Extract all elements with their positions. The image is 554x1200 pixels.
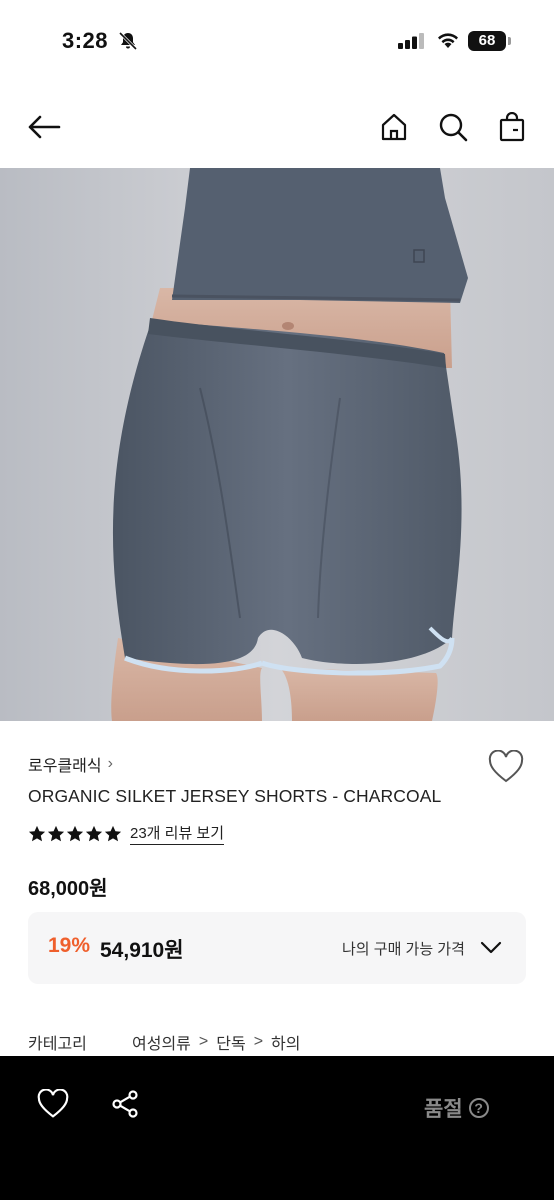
search-icon [439, 113, 468, 142]
category-item[interactable]: 여성의류 [132, 1030, 191, 1054]
wishlist-button[interactable] [488, 749, 524, 784]
soldout-label: 품절 [424, 1098, 463, 1121]
chevron-right-icon: > [253, 1033, 264, 1050]
rating-stars [28, 825, 122, 843]
cellular-signal-icon [398, 33, 424, 49]
star-icon [47, 825, 65, 841]
chevron-right-icon: › [107, 755, 113, 772]
app-header [0, 95, 554, 159]
search-button[interactable] [435, 109, 471, 145]
product-title: ORGANIC SILKET JERSEY SHORTS - CHARCOAL [28, 786, 442, 806]
brand-link[interactable]: 로우클래식 › [28, 752, 113, 776]
bottom-wishlist-button[interactable] [36, 1088, 70, 1124]
home-button[interactable] [376, 109, 412, 145]
category-label: 카테고리 [28, 1036, 87, 1053]
back-button[interactable] [26, 109, 62, 145]
bell-off-icon [118, 31, 138, 51]
final-price: 54,910원 [100, 939, 184, 962]
star-icon [28, 825, 46, 841]
star-icon [85, 825, 103, 841]
star-icon [66, 825, 84, 841]
shopping-bag-icon [499, 112, 525, 142]
chevron-right-icon: > [198, 1033, 209, 1050]
product-image[interactable] [0, 168, 554, 721]
help-icon[interactable]: ? [468, 1098, 489, 1118]
status-time: 3:28 [62, 28, 109, 53]
status-bar: 3:28 68 [0, 0, 554, 84]
breadcrumb: 여성의류 > 단독 > 하의 [132, 1030, 300, 1054]
discount-rate: 19% [48, 934, 91, 957]
wifi-icon [438, 33, 458, 48]
heart-icon [488, 749, 524, 783]
home-icon [381, 113, 407, 141]
bottom-action-bar: 품절 ? [0, 1056, 554, 1200]
original-price: 68,000원 [28, 878, 108, 900]
battery-indicator: 68 [468, 31, 506, 51]
heart-icon [37, 1088, 69, 1118]
brand-name: 로우클래식 [28, 758, 102, 775]
category-item[interactable]: 단독 [216, 1030, 245, 1054]
my-price-box[interactable]: 19% 54,910원 나의 구매 가능 가격 [28, 912, 526, 984]
rating-row: 23개 리뷰 보기 [28, 822, 225, 845]
my-price-label: 나의 구매 가능 가격 [342, 941, 465, 958]
arrow-left-icon [28, 115, 61, 139]
battery-tip [508, 37, 511, 45]
share-icon [112, 1090, 138, 1118]
soldout-status: 품절 ? [424, 1093, 489, 1123]
product-photo [0, 168, 554, 721]
chevron-down-icon [480, 941, 502, 954]
share-button[interactable] [110, 1089, 140, 1124]
category-item[interactable]: 하의 [271, 1030, 300, 1054]
category-row: 카테고리 여성의류 > 단독 > 하의 [28, 1030, 526, 1054]
review-link[interactable]: 23개 리뷰 보기 [130, 822, 225, 845]
shopping-bag-button[interactable] [494, 109, 530, 145]
star-icon [104, 825, 122, 841]
